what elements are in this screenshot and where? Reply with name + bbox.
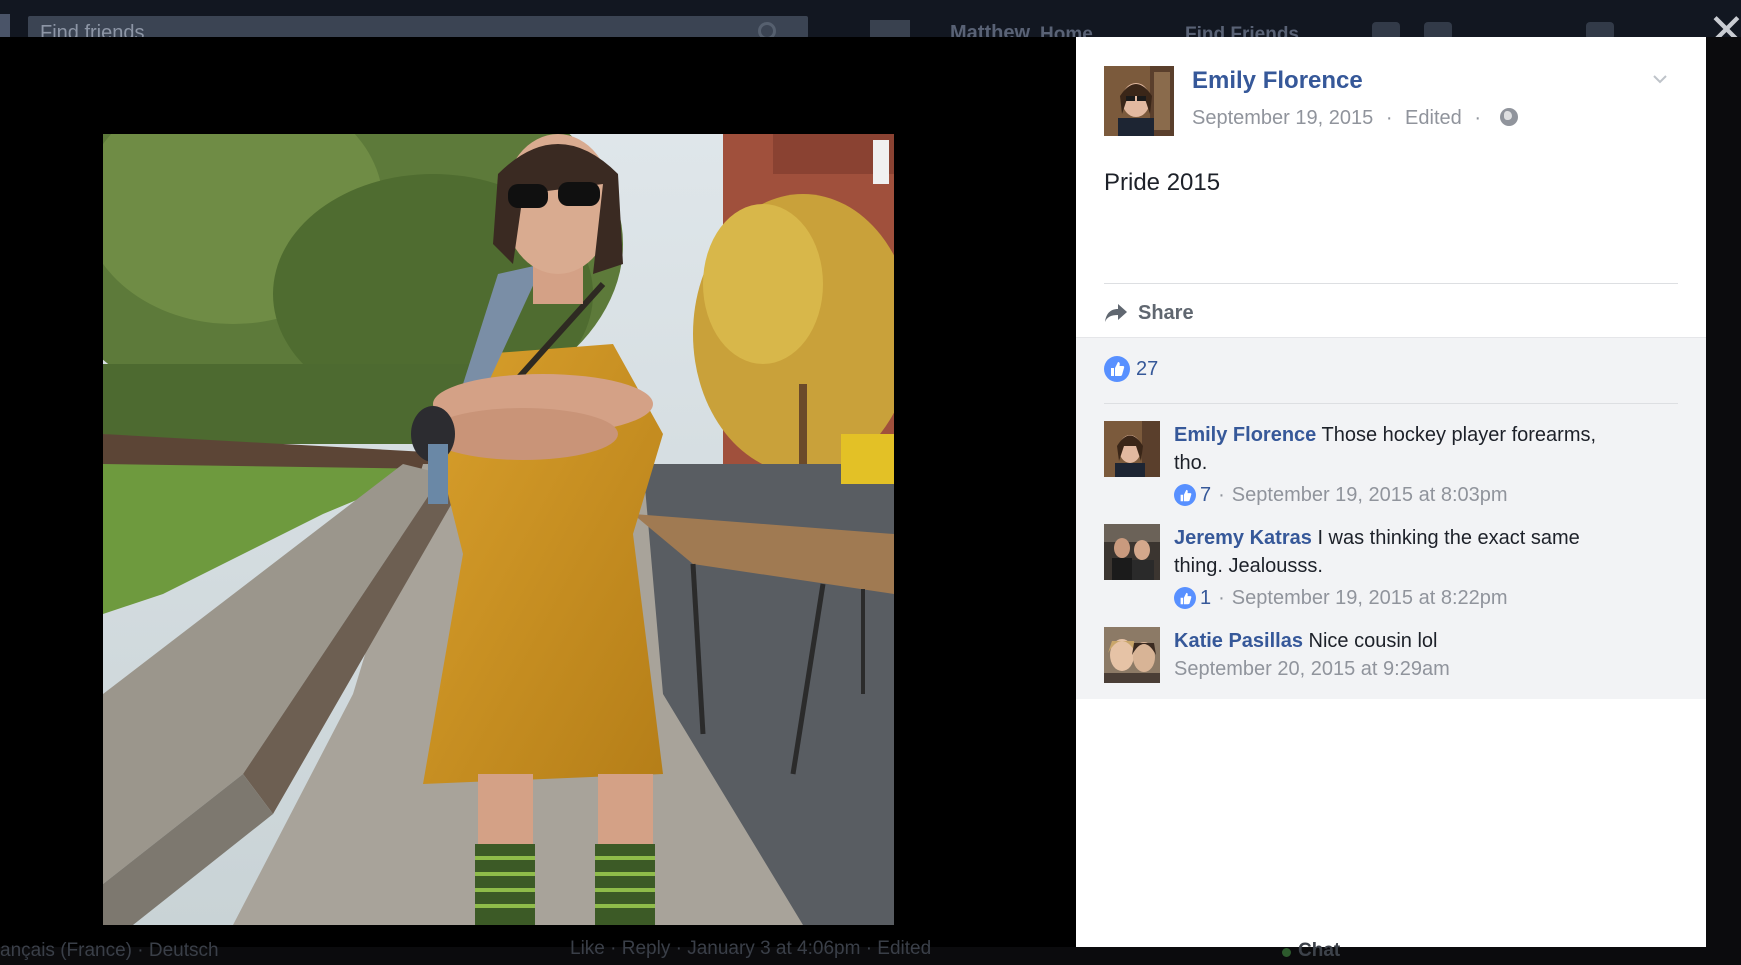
globe-icon[interactable] [1499, 108, 1518, 126]
post-details-panel: Emily Florence September 19, 2015 · Edit… [1076, 37, 1706, 947]
meta-separator: · [1218, 484, 1225, 506]
comment-meta: 7 · September 19, 2015 at 8:03pm [1174, 481, 1634, 509]
comment-body: Katie Pasillas Nice cousin lol September… [1174, 627, 1634, 683]
likes-count: 27 [1136, 357, 1159, 380]
meta-separator: · [1218, 587, 1225, 609]
photo-stage [0, 37, 1076, 947]
divider [1104, 403, 1678, 404]
author-avatar-image [1104, 66, 1174, 136]
comment-meta: 1 · September 19, 2015 at 8:22pm [1174, 584, 1634, 612]
thumbs-up-icon [1174, 484, 1196, 506]
background-right-strip [1706, 37, 1741, 947]
share-button[interactable]: Share [1104, 295, 1194, 331]
commenter-avatar[interactable] [1104, 421, 1160, 477]
thumbs-up-icon [1174, 587, 1196, 609]
chevron-down-icon[interactable] [1652, 71, 1668, 87]
share-arrow-icon [1105, 304, 1127, 322]
meta-separator: · [1385, 107, 1393, 129]
reactions-and-comments: 27 Emily Florence Those hockey player fo… [1076, 337, 1706, 699]
post-meta: September 19, 2015 · Edited · [1192, 107, 1518, 130]
post-photo[interactable] [103, 134, 894, 925]
comment-timestamp[interactable]: September 19, 2015 at 8:22pm [1232, 584, 1508, 612]
post-author-name[interactable]: Emily Florence [1192, 67, 1363, 95]
comment-body: Jeremy Katras I was thinking the exact s… [1174, 524, 1634, 612]
background-search-input[interactable]: Find friends [28, 16, 808, 38]
divider [1104, 283, 1678, 284]
author-avatar[interactable] [1104, 66, 1174, 136]
share-label: Share [1138, 301, 1194, 324]
comment-timestamp[interactable]: September 19, 2015 at 8:03pm [1232, 481, 1508, 509]
comment-like-count[interactable]: 7 [1200, 481, 1211, 509]
comment-body: Emily Florence Those hockey player forea… [1174, 421, 1634, 509]
commenter-name[interactable]: Emily Florence [1174, 424, 1316, 446]
comment-like-count[interactable]: 1 [1200, 584, 1211, 612]
background-logo [0, 14, 10, 38]
edited-label[interactable]: Edited [1405, 107, 1462, 129]
post-date[interactable]: September 19, 2015 [1192, 107, 1373, 129]
commenter-avatar[interactable] [1104, 627, 1160, 683]
commenter-avatar[interactable] [1104, 524, 1160, 580]
likes-summary[interactable]: 27 [1104, 356, 1158, 382]
comment-text: Nice cousin lol [1308, 630, 1438, 652]
thumbs-up-icon [1104, 356, 1130, 382]
meta-separator: · [1474, 107, 1481, 129]
post-text: Pride 2015 [1104, 169, 1221, 196]
background-comment-actions[interactable]: Like · Reply · January 3 at 4:06pm · Edi… [570, 938, 931, 960]
online-status-icon [1282, 948, 1291, 957]
photo-viewer-screen: Find friends Matthew Home Find Friends ✕ [0, 0, 1741, 965]
commenter-name[interactable]: Katie Pasillas [1174, 630, 1303, 652]
comment-timestamp[interactable]: September 20, 2015 at 9:29am [1174, 655, 1450, 683]
commenter-name[interactable]: Jeremy Katras [1174, 527, 1312, 549]
photo-illustration [103, 134, 894, 925]
background-chat-label[interactable]: Chat [1298, 940, 1340, 962]
background-footer-languages[interactable]: ançais (France) · Deutsch [0, 940, 219, 962]
comment-meta: September 20, 2015 at 9:29am [1174, 655, 1634, 683]
